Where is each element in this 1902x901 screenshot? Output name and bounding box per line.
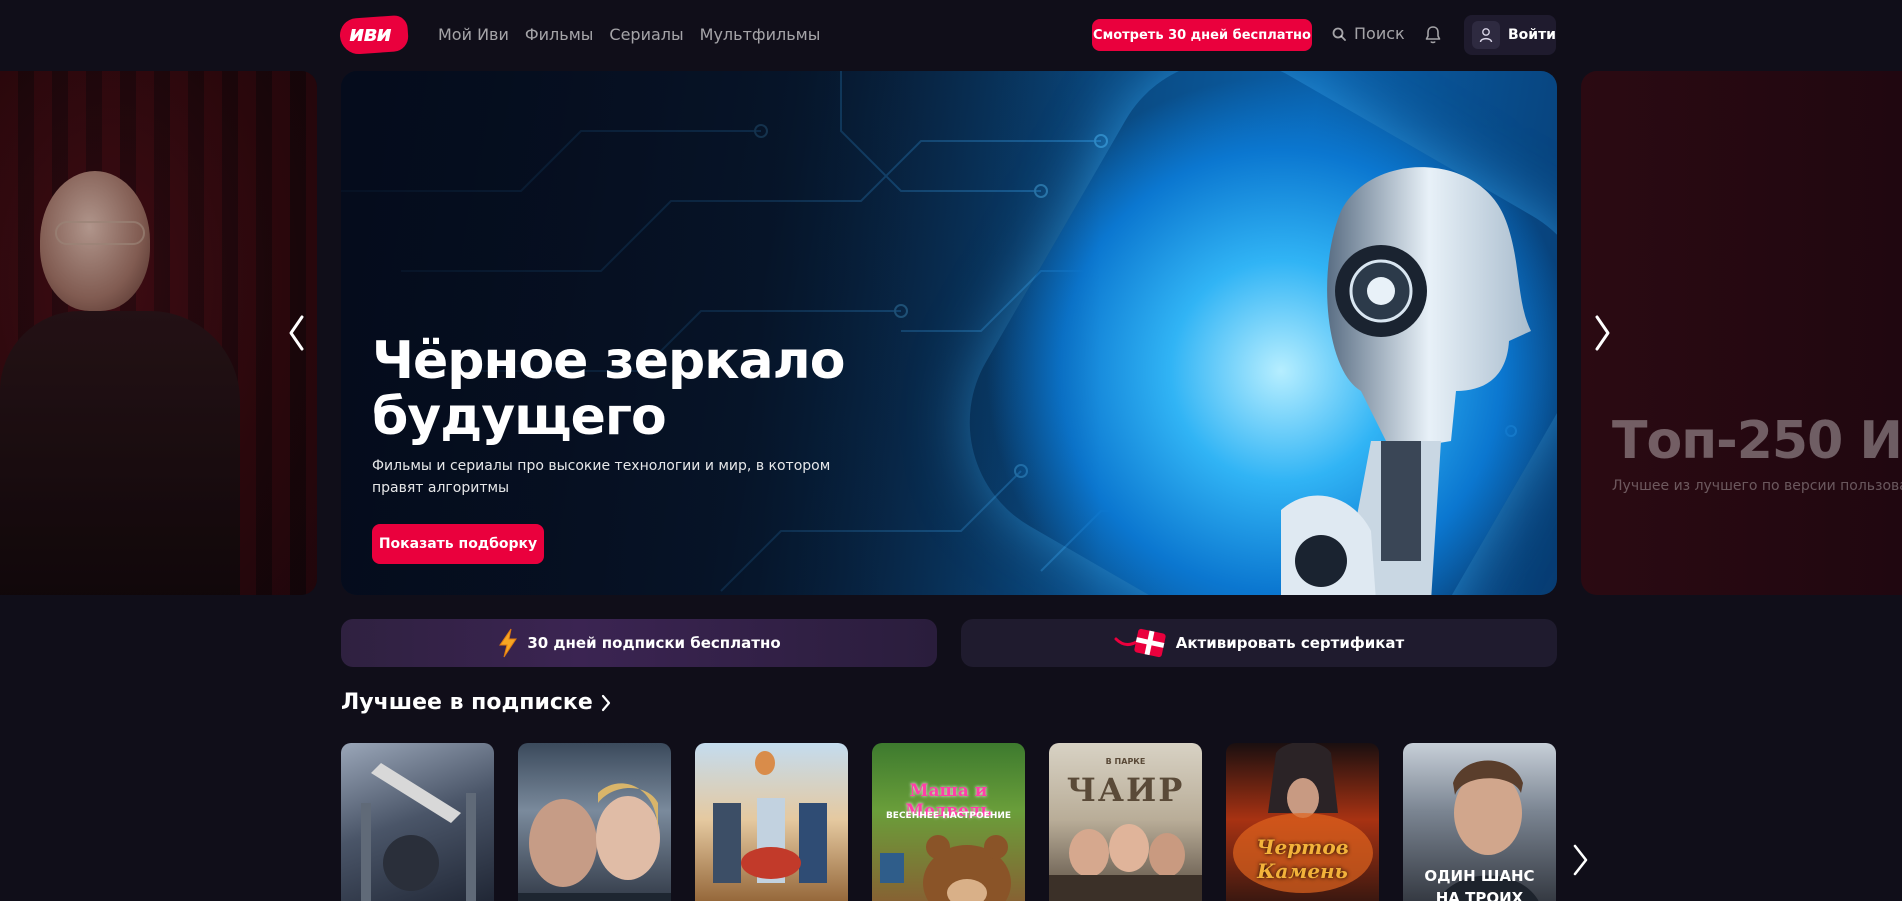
next-slide[interactable]: Топ-250 Иви Лучшее из лучшего по версии …	[1581, 71, 1902, 595]
logo-text: иви	[349, 22, 392, 47]
poster-art	[518, 783, 671, 901]
login-button[interactable]: Войти	[1464, 15, 1556, 55]
hero-title-line2: будущего	[372, 387, 667, 447]
slide-dim-overlay	[0, 71, 317, 595]
ivi-logo[interactable]: иви	[338, 14, 410, 56]
search-button[interactable]: Поиск	[1332, 24, 1405, 43]
section-title-text: Лучшее в подписке	[341, 690, 593, 715]
search-label: Поиск	[1354, 24, 1405, 43]
hero-title-line1: Чёрное зеркало	[372, 331, 845, 391]
chevron-right-small-icon	[601, 694, 610, 711]
free-subscription-label: 30 дней подписки бесплатно	[527, 634, 781, 652]
poster-row: Маша и Медведь ВЕСЕННЕЕ НАСТРОЕНИЕ В ПАР…	[341, 743, 1556, 901]
hero-title: Чёрное зеркало будущего	[372, 333, 932, 445]
hero-subtitle: Фильмы и сериалы про высокие технологии …	[372, 458, 831, 496]
user-icon	[1472, 21, 1500, 49]
poster-card[interactable]: Чертов Камень	[1226, 743, 1379, 901]
poster-card[interactable]: Маша и Медведь ВЕСЕННЕЕ НАСТРОЕНИЕ	[872, 743, 1025, 901]
free-subscription-button[interactable]: 30 дней подписки бесплатно	[341, 619, 937, 667]
lightning-icon	[499, 628, 518, 658]
free-trial-button[interactable]: Смотреть 30 дней бесплатно	[1092, 19, 1312, 51]
robot-image	[1281, 167, 1531, 595]
poster-art	[713, 751, 827, 883]
nav-cartoons[interactable]: Мультфильмы	[700, 25, 821, 44]
next-slide-title: Топ-250 Иви	[1612, 411, 1902, 471]
hero-slide[interactable]: Чёрное зеркало будущего Фильмы и сериалы…	[341, 71, 1557, 595]
poster-caption: Чертов Камень	[1256, 835, 1349, 883]
nav-movies[interactable]: Фильмы	[525, 25, 594, 44]
poster-art	[361, 763, 476, 901]
poster-card[interactable]	[518, 743, 671, 901]
poster-caption-secondary: НА ТРОИХ	[1435, 889, 1524, 901]
search-icon	[1332, 27, 1346, 41]
poster-card[interactable]: ОДИН ШАНС НА ТРОИХ	[1403, 743, 1556, 901]
main-nav: Мой Иви Фильмы Сериалы Мультфильмы	[438, 25, 820, 44]
poster-card[interactable]	[341, 743, 494, 901]
activate-certificate-label: Активировать сертификат	[1175, 634, 1405, 652]
chevron-right-icon[interactable]	[1591, 313, 1615, 353]
show-collection-button[interactable]: Показать подборку	[372, 524, 544, 564]
chevron-left-icon[interactable]	[284, 313, 308, 353]
poster-card[interactable]: В ПАРКЕ ЧАИР	[1049, 743, 1202, 901]
poster-card[interactable]	[695, 743, 848, 901]
login-label: Войти	[1507, 27, 1556, 43]
bell-icon[interactable]	[1424, 25, 1442, 45]
bear-art	[880, 835, 1011, 901]
gift-icon	[1114, 628, 1166, 658]
section-title[interactable]: Лучшее в подписке	[341, 690, 611, 715]
nav-series[interactable]: Сериалы	[609, 25, 683, 44]
poster-caption: ОДИН ШАНС	[1424, 867, 1535, 885]
activate-certificate-button[interactable]: Активировать сертификат	[961, 619, 1557, 667]
header: иви Мой Иви Фильмы Сериалы Мультфильмы С…	[0, 0, 1902, 70]
next-slide-subtitle: Лучшее из лучшего по версии пользователе…	[1612, 478, 1902, 494]
previous-slide[interactable]	[0, 71, 317, 595]
poster-art	[1049, 824, 1202, 901]
posters-next-icon[interactable]	[1571, 843, 1591, 877]
nav-my-ivi[interactable]: Мой Иви	[438, 25, 509, 44]
